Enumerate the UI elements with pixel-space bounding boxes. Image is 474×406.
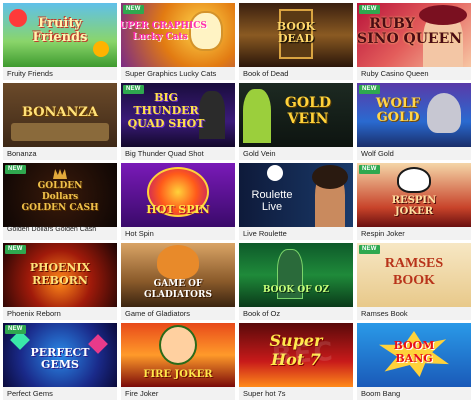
- game-name: Gold Vein: [243, 149, 276, 158]
- game-tile-phoenix-reborn[interactable]: NEW PHOENIX REBORN Phoenix Reborn: [3, 243, 117, 320]
- game-art-title: Roulette Live: [251, 189, 293, 213]
- game-thumbnail: FIRE JOKER: [121, 323, 235, 387]
- game-tile-fire-joker[interactable]: FIRE JOKER Fire Joker: [121, 323, 235, 400]
- game-name: Hot Spin: [125, 229, 154, 238]
- game-tile-book-of-oz[interactable]: BOOK OF OZ Book of Oz: [239, 243, 353, 320]
- game-thumbnail: HOT SPIN: [121, 163, 235, 227]
- game-art-title: BIG THUNDER QUAD SHOT: [127, 91, 205, 130]
- game-tile-bonanza[interactable]: BONANZA Bonanza: [3, 83, 117, 160]
- game-name: Book of Oz: [243, 309, 281, 318]
- game-thumbnail: Super Hot 7 BEC: [239, 323, 353, 387]
- game-art-title: BOOK DEAD: [276, 20, 316, 45]
- game-thumbnail: Roulette Live: [239, 163, 353, 227]
- game-name: Game of Gladiators: [125, 309, 191, 318]
- game-thumbnail: GAME OF GLADIATORS: [121, 243, 235, 307]
- new-badge: NEW: [5, 325, 26, 334]
- new-badge: NEW: [5, 245, 26, 254]
- game-tile-golden-dollars[interactable]: NEW GOLDEN Dollars GOLDEN CASH Golden Do…: [3, 163, 117, 240]
- game-art-title: RAMSES BOOK: [384, 256, 444, 288]
- game-name: Super hot 7s: [243, 389, 286, 398]
- game-tile-ruby-casino-queen[interactable]: NEW RUBY CASINO QUEEN Ruby Casino Queen: [357, 3, 471, 80]
- new-badge: NEW: [359, 245, 380, 254]
- game-name: Ruby Casino Queen: [361, 69, 429, 78]
- game-art-title: BOOM BANG: [393, 339, 435, 365]
- game-name: Live Roulette: [243, 229, 287, 238]
- game-tile-live-roulette[interactable]: Roulette Live Live Roulette: [239, 163, 353, 240]
- game-thumbnail: BOOM BANG: [357, 323, 471, 387]
- game-art-title: GOLD VEIN: [284, 95, 332, 127]
- game-art-title: PHOENIX REBORN: [29, 261, 91, 287]
- game-thumbnail: BOOK OF OZ: [239, 243, 353, 307]
- game-thumbnail: Fruity Friends: [3, 3, 117, 67]
- game-name: Respin Joker: [361, 229, 405, 238]
- game-art-title: Fruity Friends: [32, 16, 88, 45]
- game-art-title: HOT SPIN: [146, 203, 210, 216]
- game-art-title: BOOK OF OZ: [262, 285, 330, 295]
- game-art-title: GAME OF GLADIATORS: [143, 279, 213, 300]
- game-art-title: BONANZA: [22, 105, 98, 120]
- game-name: Bonanza: [7, 149, 37, 158]
- game-name: Fire Joker: [125, 389, 159, 398]
- new-badge: NEW: [5, 165, 26, 174]
- game-name: Boom Bang: [361, 389, 401, 398]
- game-tile-ramses-book[interactable]: NEW RAMSES BOOK Ramses Book: [357, 243, 471, 320]
- game-tile-fruity-friends[interactable]: Fruity Friends Fruity Friends: [3, 3, 117, 80]
- game-name: Super Graphics Lucky Cats: [125, 69, 217, 78]
- game-tile-game-of-gladiators[interactable]: GAME OF GLADIATORS Game of Gladiators: [121, 243, 235, 320]
- game-tile-book-of-dead[interactable]: BOOK DEAD Book of Dead: [239, 3, 353, 80]
- game-name: Fruity Friends: [7, 69, 53, 78]
- game-name: Book of Dead: [243, 69, 289, 78]
- games-grid: Fruity Friends Fruity Friends NEW SUPER …: [3, 3, 471, 403]
- game-art-title: RESPIN JOKER: [391, 195, 437, 217]
- game-tile-wolf-gold[interactable]: NEW WOLF GOLD Wolf Gold: [357, 83, 471, 160]
- game-name: Wolf Gold: [361, 149, 394, 158]
- new-badge: NEW: [123, 5, 144, 14]
- game-art-title: RUBY CASINO QUEEN: [357, 16, 463, 47]
- game-tile-big-thunder[interactable]: NEW BIG THUNDER QUAD SHOT Big Thunder Qu…: [121, 83, 235, 160]
- game-tile-gold-vein[interactable]: GOLD VEIN Gold Vein: [239, 83, 353, 160]
- game-name: Perfect Gems: [7, 389, 53, 398]
- game-name: Golden Dollars Golden Cash: [7, 226, 97, 233]
- game-art-title: WOLF GOLD: [375, 96, 421, 125]
- game-art-title: Super Hot 7: [269, 331, 323, 369]
- new-badge: NEW: [123, 85, 144, 94]
- game-tile-super-hot-7s[interactable]: Super Hot 7 BEC Super hot 7s: [239, 323, 353, 400]
- game-thumbnail: BOOK DEAD: [239, 3, 353, 67]
- game-art-title: SUPER GRAPHICS Lucky Cats: [121, 21, 207, 42]
- game-tile-hot-spin[interactable]: HOT SPIN Hot Spin: [121, 163, 235, 240]
- game-tile-perfect-gems[interactable]: NEW PERFECT GEMS Perfect Gems: [3, 323, 117, 400]
- new-badge: NEW: [359, 5, 380, 14]
- game-tile-lucky-cats[interactable]: NEW SUPER GRAPHICS Lucky Cats Super Grap…: [121, 3, 235, 80]
- game-art-title: GOLDEN Dollars GOLDEN CASH: [21, 181, 99, 213]
- game-art-title: PERFECT GEMS: [30, 346, 90, 371]
- game-tile-respin-joker[interactable]: NEW RESPIN JOKER Respin Joker: [357, 163, 471, 240]
- new-badge: NEW: [359, 85, 380, 94]
- game-name: Ramses Book: [361, 309, 408, 318]
- game-art-title: FIRE JOKER: [143, 369, 213, 380]
- new-badge: NEW: [359, 165, 380, 174]
- game-thumbnail: GOLD VEIN: [239, 83, 353, 147]
- game-thumbnail: BONANZA: [3, 83, 117, 147]
- game-name: Big Thunder Quad Shot: [125, 149, 204, 158]
- game-name: Phoenix Reborn: [7, 309, 61, 318]
- game-tile-boom-bang[interactable]: BOOM BANG Boom Bang: [357, 323, 471, 400]
